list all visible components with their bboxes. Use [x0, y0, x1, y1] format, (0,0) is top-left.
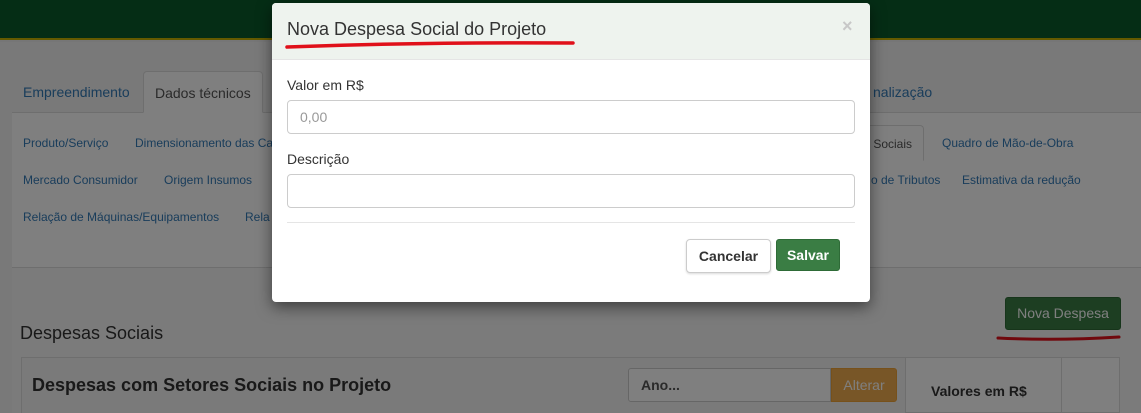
close-icon[interactable]: × [842, 16, 853, 37]
valor-input[interactable] [287, 100, 855, 134]
valor-label: Valor em R$ [287, 77, 364, 93]
save-button[interactable]: Salvar [776, 239, 840, 271]
descricao-input[interactable] [287, 174, 855, 208]
modal-title: Nova Despesa Social do Projeto [287, 19, 547, 39]
nova-despesa-modal: Nova Despesa Social do Projeto × Valor e… [272, 3, 870, 302]
cancel-button[interactable]: Cancelar [686, 239, 771, 273]
modal-header: Nova Despesa Social do Projeto × [272, 3, 870, 60]
red-underline-annotation [285, 41, 575, 49]
descricao-label: Descrição [287, 151, 350, 167]
modal-divider [287, 222, 855, 223]
